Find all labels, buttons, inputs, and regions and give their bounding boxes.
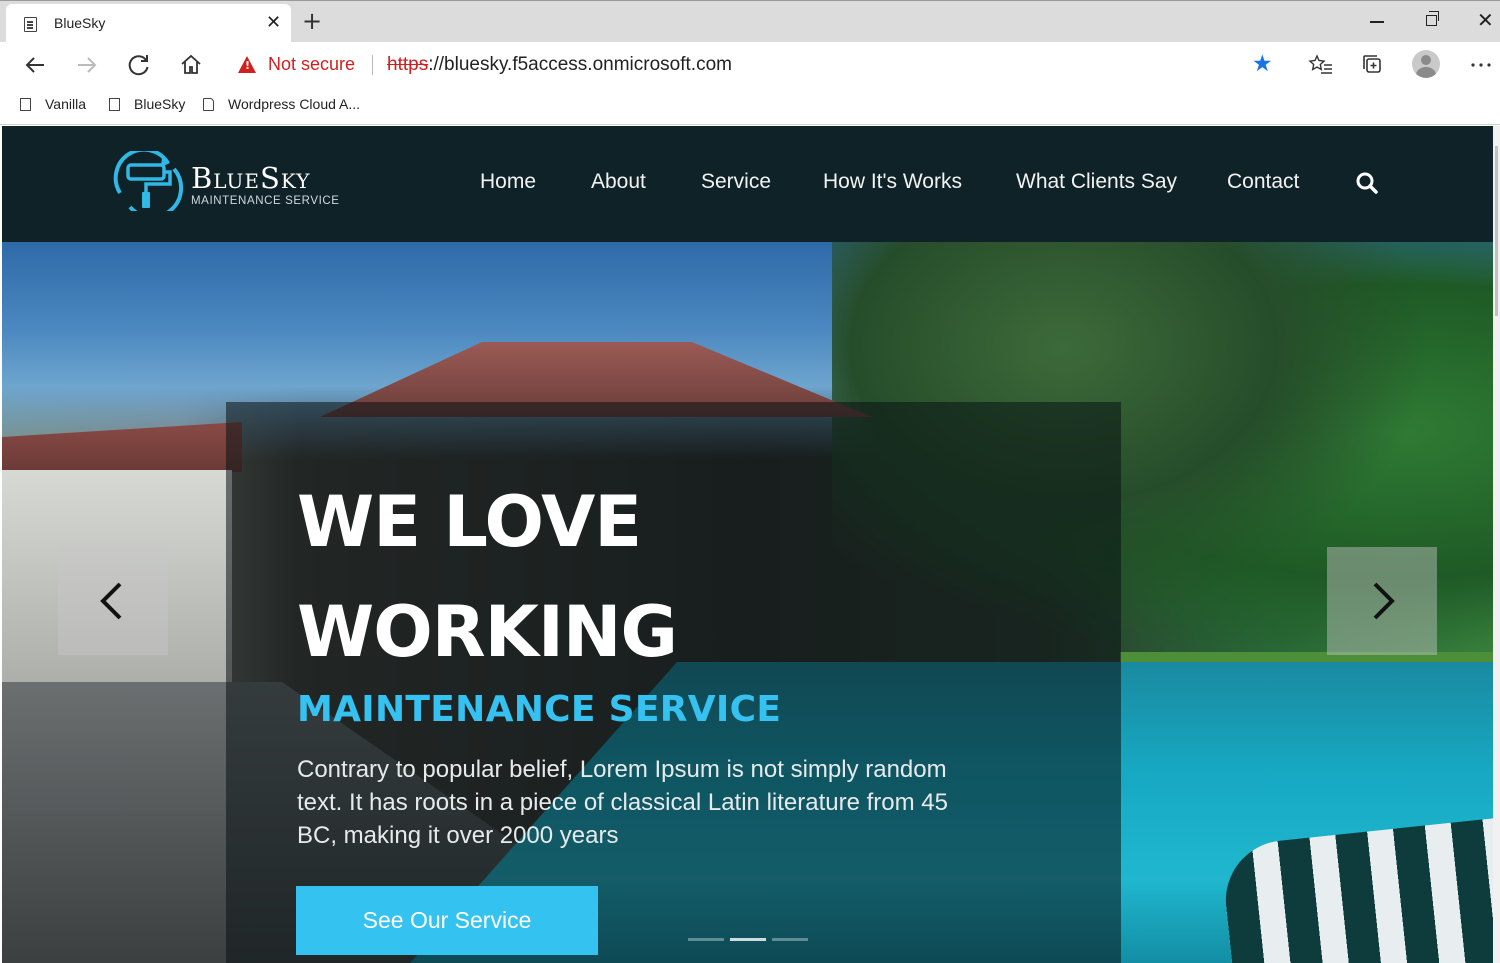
browser-tab[interactable]: BlueSky ✕ [6,4,291,43]
bookmark-label: Wordpress Cloud A... [228,96,361,112]
hero-headline-line1: WE LOVE [297,481,642,563]
bookmark-label: BlueSky [134,96,186,112]
new-tab-icon[interactable]: + [302,7,322,35]
page-icon [109,97,120,111]
hero-headline-line2: WORKING [297,591,678,673]
more-icon[interactable] [1468,52,1494,78]
back-icon[interactable] [22,52,48,78]
url-scheme: https [387,54,429,75]
bookmark-bluesky[interactable]: BlueSky [109,96,185,116]
logo-subtitle: MAINTENANCE SERVICE [191,195,340,207]
slider-dot[interactable] [688,938,724,941]
hero-background-roof [2,422,242,472]
bookmark-wordpress[interactable]: Wordpress Cloud A... [203,96,360,116]
minimize-icon[interactable] [1370,21,1384,23]
window-close-icon[interactable]: ✕ [1477,7,1494,33]
star-icon[interactable]: ★ [1252,51,1273,77]
nav-what-clients-say[interactable]: What Clients Say [1016,170,1177,194]
bookmark-vanilla[interactable]: Vanilla [20,96,86,116]
warning-icon [238,56,256,73]
browser-toolbar: Not secure https://bluesky.f5access.onmi… [0,42,1500,88]
chevron-right-icon [1373,582,1395,620]
document-icon [203,97,214,111]
logo-title[interactable]: BlueSky [191,162,310,194]
url-host: ://bluesky.f5access.onmicrosoft.com [428,54,732,75]
bookmark-label: Vanilla [45,96,86,112]
slider-prev-button[interactable] [58,547,168,655]
tab-strip: BlueSky ✕ + ✕ [0,0,1500,43]
address-bar[interactable]: Not secure https://bluesky.f5access.onmi… [224,46,1286,84]
search-icon[interactable] [1355,171,1379,195]
nav-service[interactable]: Service [701,170,771,194]
paint-roller-logo-icon[interactable] [110,151,184,211]
collections-icon[interactable] [1360,52,1386,78]
nav-about[interactable]: About [591,170,646,194]
web-page: BlueSky MAINTENANCE SERVICE Home About S… [2,126,1493,963]
tab-title: BlueSky [54,15,106,31]
profile-icon[interactable] [1412,50,1440,78]
bookmarks-bar: Vanilla BlueSky Wordpress Cloud A... [0,88,1500,125]
hero-slider: WE LOVE WORKING MAINTENANCE SERVICE Cont… [2,242,1493,963]
refresh-icon[interactable] [126,52,152,78]
nav-how-it-works[interactable]: How It's Works [823,170,962,194]
scrollbar-thumb[interactable] [1495,146,1498,316]
slider-dot-active[interactable] [730,938,766,941]
slider-dot[interactable] [772,938,808,941]
see-our-service-button[interactable]: See Our Service [296,886,598,955]
hero-subheadline: MAINTENANCE SERVICE [297,689,782,730]
page-icon [20,97,31,111]
address-divider [372,55,373,75]
home-icon[interactable] [178,52,204,78]
slider-next-button[interactable] [1327,547,1437,655]
nav-contact[interactable]: Contact [1227,170,1299,194]
site-header: BlueSky MAINTENANCE SERVICE Home About S… [2,126,1493,242]
hero-paragraph: Contrary to popular belief, Lorem Ipsum … [297,756,948,849]
tab-close-icon[interactable]: ✕ [266,12,281,34]
restore-icon[interactable] [1426,11,1439,26]
page-favicon-icon [24,17,37,32]
slider-indicators [688,926,814,945]
chevron-left-icon [100,582,122,620]
forward-icon[interactable] [74,52,100,78]
security-label[interactable]: Not secure [268,54,355,75]
url-text[interactable]: https://bluesky.f5access.onmicrosoft.com [387,54,732,76]
nav-home[interactable]: Home [480,170,536,194]
favorites-icon[interactable] [1308,52,1334,78]
